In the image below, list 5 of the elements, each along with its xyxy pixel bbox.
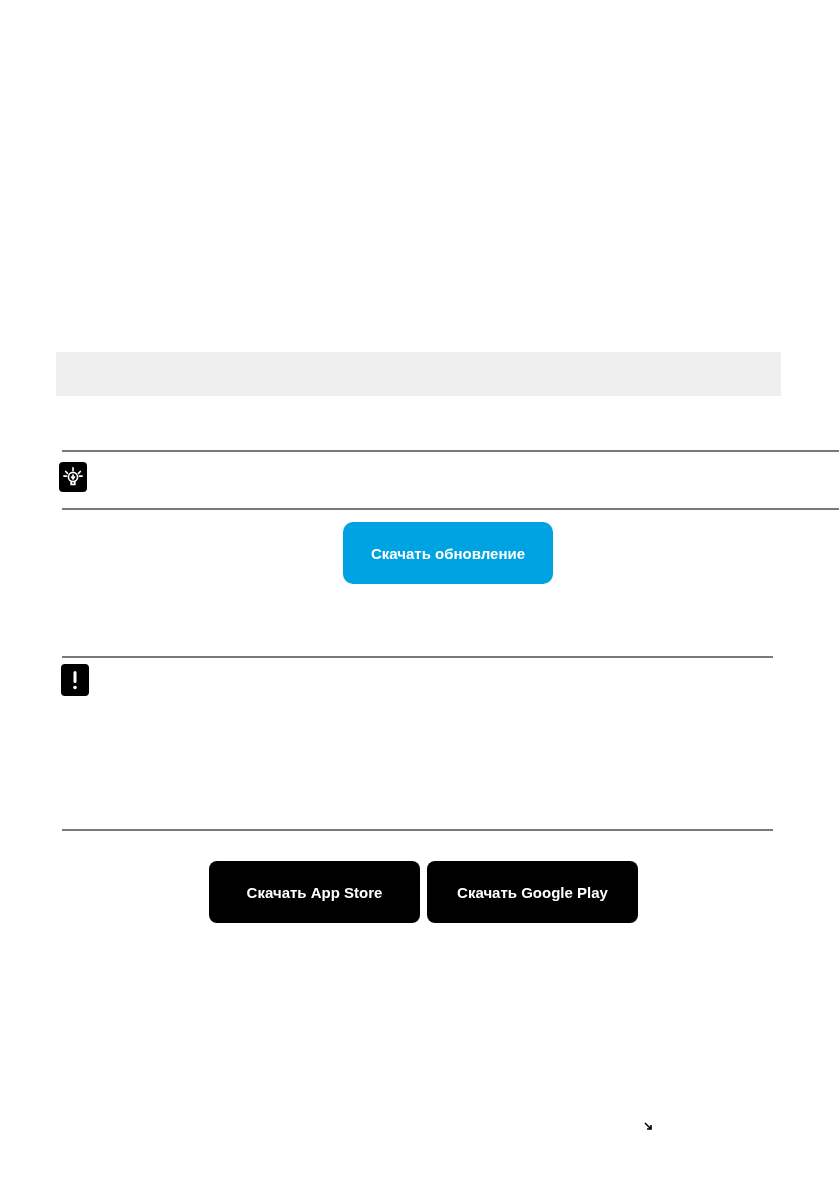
exclamation-icon	[61, 664, 89, 696]
store-download-button[interactable]: Скачать Google Play	[427, 861, 638, 923]
arrow-icon	[644, 1122, 653, 1131]
lightbulb-icon	[59, 462, 87, 492]
store-download-button[interactable]: Скачать App Store	[209, 861, 420, 923]
